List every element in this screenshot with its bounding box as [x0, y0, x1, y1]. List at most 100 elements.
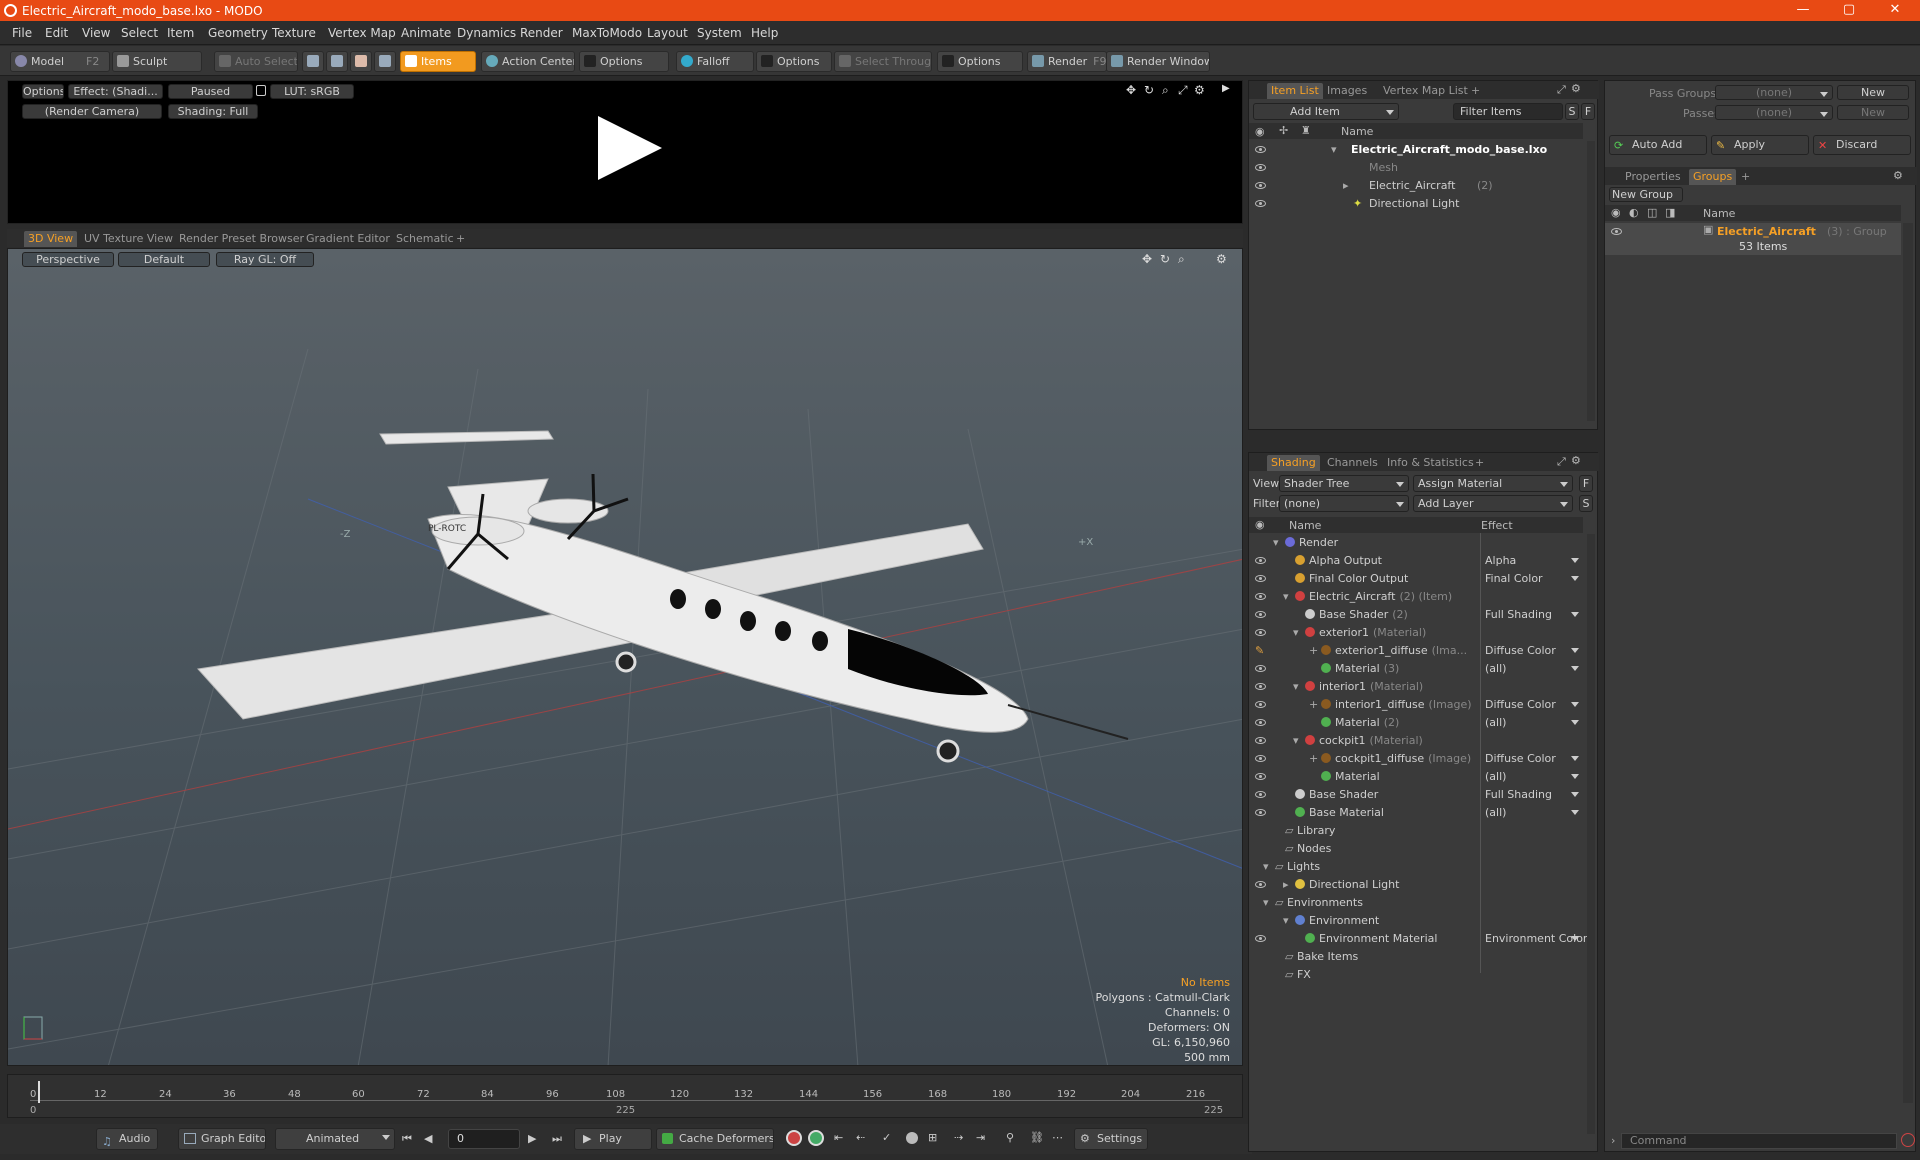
step-forward-icon[interactable]: ▶︎: [528, 1132, 536, 1145]
animated-dropdown[interactable]: Animated: [275, 1128, 395, 1150]
effect-dropdown[interactable]: Final Color: [1485, 570, 1543, 588]
lock-icon[interactable]: [256, 85, 266, 96]
maximize-icon[interactable]: ⤢: [1178, 83, 1188, 98]
chevron-down-icon[interactable]: ▾: [1331, 141, 1337, 159]
add-tab-button[interactable]: +: [456, 231, 465, 247]
shader-tree-row[interactable]: + cockpit1_diffuse (Image) Diffuse Color: [1249, 750, 1583, 768]
frame-input[interactable]: 0: [448, 1129, 520, 1149]
play-icon[interactable]: [598, 116, 662, 180]
falloff-button[interactable]: Falloff: [676, 51, 754, 72]
add-tab-button[interactable]: +: [1741, 169, 1750, 185]
falloff-options-button[interactable]: Options: [756, 51, 832, 72]
chevron-down-icon[interactable]: [1571, 792, 1579, 797]
menu-edit[interactable]: Edit: [45, 26, 68, 40]
chevron-down-icon[interactable]: [1571, 702, 1579, 707]
chevron-down-icon[interactable]: [1571, 666, 1579, 671]
maximize-icon[interactable]: ⤢: [1557, 83, 1566, 97]
visibility-icon[interactable]: [1255, 665, 1266, 672]
visibility-icon[interactable]: [1255, 557, 1266, 564]
menu-render[interactable]: Render: [520, 26, 563, 40]
add-item-dropdown[interactable]: Add Item: [1253, 103, 1399, 120]
visibility-icon[interactable]: [1255, 737, 1266, 744]
timeline[interactable]: 0 12 24 36 48 60 72 84 96 108 120 132 14…: [7, 1074, 1243, 1118]
chevron-down-icon[interactable]: ▾: [1293, 732, 1299, 750]
effect-dropdown[interactable]: Diffuse Color: [1485, 696, 1556, 714]
visibility-icon[interactable]: [1255, 773, 1266, 780]
tab-render-preset-browser[interactable]: Render Preset Browser: [179, 231, 304, 247]
settings-button[interactable]: ⚙ Settings: [1074, 1128, 1148, 1150]
list-item[interactable]: ✦ Directional Light: [1249, 195, 1583, 213]
chevron-down-icon[interactable]: [1571, 810, 1579, 815]
tab-3d-view[interactable]: 3D View: [24, 231, 78, 247]
shader-tree-row[interactable]: ▾ Environment: [1249, 912, 1583, 930]
filter-items-input[interactable]: Filter Items: [1453, 103, 1563, 120]
effect-dropdown[interactable]: Alpha: [1485, 552, 1516, 570]
select-through-options-button[interactable]: Options: [937, 51, 1023, 72]
maximize-icon[interactable]: ⤢: [1557, 455, 1566, 469]
discard-button[interactable]: ✕ Discard: [1813, 135, 1911, 155]
timeline-ruler[interactable]: 0 12 24 36 48 60 72 84 96 108 120 132 14…: [30, 1079, 1220, 1101]
shader-tree-row[interactable]: Base Shader Full Shading: [1249, 786, 1583, 804]
shader-tree-row[interactable]: Base Material (all): [1249, 804, 1583, 822]
effect-dropdown[interactable]: (all): [1485, 714, 1506, 732]
tab-uv-texture-view[interactable]: UV Texture View: [84, 231, 173, 247]
3d-viewport[interactable]: Perspective Default Ray GL: Off ✥ ↻ ⌕ ⚙ …: [7, 248, 1243, 1066]
visibility-icon[interactable]: [1255, 611, 1266, 618]
chevron-down-icon[interactable]: [1571, 936, 1579, 941]
visibility-icon[interactable]: [1255, 719, 1266, 726]
visibility-icon[interactable]: [1255, 881, 1266, 888]
chevron-down-icon[interactable]: [1571, 720, 1579, 725]
auto-key-icon[interactable]: [808, 1130, 824, 1146]
menu-geometry[interactable]: Geometry: [208, 26, 268, 40]
tab-properties[interactable]: Properties: [1625, 169, 1681, 185]
chevron-down-icon[interactable]: ▾: [1263, 894, 1269, 912]
maximize-button[interactable]: ▢: [1826, 0, 1872, 21]
tab-schematic[interactable]: Schematic: [396, 231, 454, 247]
shader-tree-row[interactable]: ▾ ▱ Environments: [1249, 894, 1583, 912]
skip-to-start-icon[interactable]: ⏮: [402, 1132, 412, 1146]
shader-tree-row[interactable]: Material (all): [1249, 768, 1583, 786]
render-window-button[interactable]: Render Window: [1106, 51, 1210, 72]
key-next-icon[interactable]: ⇥: [976, 1131, 985, 1144]
tab-vertex-map-list[interactable]: Vertex Map List: [1383, 83, 1468, 99]
add-layer-dropdown[interactable]: Add Layer: [1413, 495, 1573, 512]
scrollbar[interactable]: [1587, 534, 1595, 1134]
shader-tree-row[interactable]: ▾ interior1 (Material): [1249, 678, 1583, 696]
key-prev-icon[interactable]: ⇤: [834, 1131, 843, 1144]
visibility-icon[interactable]: [1255, 200, 1266, 207]
action-center-button[interactable]: Action Center: [481, 51, 575, 72]
move-icon[interactable]: ✥: [1126, 83, 1136, 97]
expand-plus-icon[interactable]: +: [1309, 642, 1318, 660]
expand-plus-icon[interactable]: +: [1309, 750, 1318, 768]
zoom-icon[interactable]: ⌕: [1162, 83, 1169, 98]
new-group-button[interactable]: New Group: [1609, 187, 1683, 202]
channel-icon[interactable]: ⚲: [1006, 1131, 1014, 1144]
audio-button[interactable]: ♫ Audio: [96, 1128, 158, 1150]
visibility-icon[interactable]: [1255, 935, 1266, 942]
minimize-button[interactable]: —: [1780, 0, 1826, 21]
gear-icon[interactable]: ⚙: [1194, 83, 1205, 97]
view-dropdown[interactable]: Shader Tree: [1279, 475, 1409, 492]
menu-texture[interactable]: Texture: [272, 26, 316, 40]
edges-mode-button[interactable]: [326, 51, 348, 72]
chevron-down-icon[interactable]: [1571, 756, 1579, 761]
skip-to-end-icon[interactable]: ⏭: [552, 1132, 562, 1146]
menu-maxtomodo[interactable]: MaxToModo: [572, 26, 642, 40]
chevron-down-icon[interactable]: ▾: [1293, 678, 1299, 696]
group-row[interactable]: ▣ Electric_Aircraft (3) : Group 53 Items: [1605, 223, 1901, 255]
shading-f-toggle[interactable]: F: [1579, 475, 1593, 492]
sculpt-mode-button[interactable]: Sculpt: [112, 51, 202, 72]
shader-tree-row[interactable]: ▱ Nodes: [1249, 840, 1583, 858]
chevron-down-icon[interactable]: ▾: [1293, 624, 1299, 642]
key-forward-icon[interactable]: ⇢: [954, 1131, 963, 1144]
pass-groups-dropdown[interactable]: (none): [1715, 85, 1833, 100]
shader-tree-row[interactable]: + interior1_diffuse (Image) Diffuse Color: [1249, 696, 1583, 714]
visibility-icon[interactable]: [1255, 593, 1266, 600]
aircraft-model[interactable]: PL-ROTC: [197, 430, 1129, 763]
tab-images[interactable]: Images: [1327, 83, 1367, 99]
key-set-icon[interactable]: [906, 1132, 918, 1144]
vertices-mode-button[interactable]: [302, 51, 324, 72]
shader-tree-row[interactable]: ▸ Directional Light: [1249, 876, 1583, 894]
cache-deformers-button[interactable]: Cache Deformers: [656, 1128, 774, 1150]
shader-tree-row[interactable]: ▾ ▱ Lights: [1249, 858, 1583, 876]
